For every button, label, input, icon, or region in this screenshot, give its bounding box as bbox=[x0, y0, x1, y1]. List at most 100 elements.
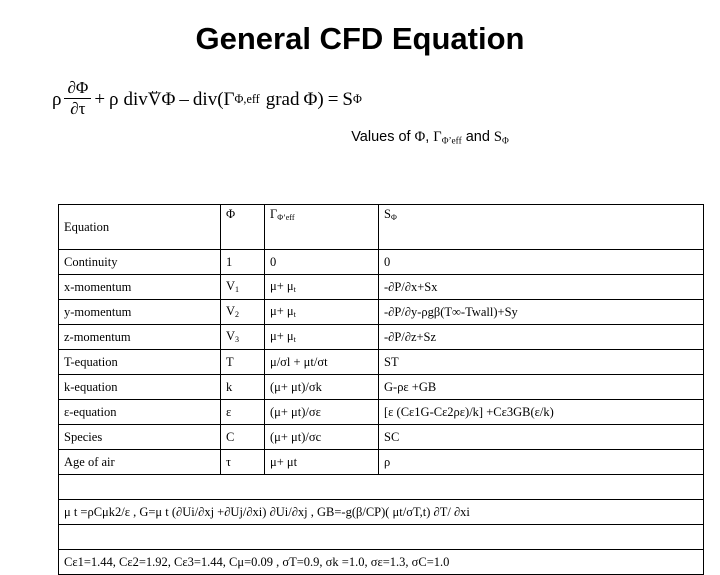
table-row: k-equation k (μ+ μt)/σk G-ρε +GB bbox=[58, 374, 704, 400]
cell-phi-value: k bbox=[220, 374, 265, 400]
cell-phi-base: V bbox=[226, 329, 236, 344]
caption-and-label: and bbox=[461, 129, 494, 146]
equation-div-1: div bbox=[123, 88, 148, 110]
cell-gamma-sub: t bbox=[293, 285, 296, 295]
cell-source-value: -∂P/∂y-ρgβ(T∞-Twall)+Sy bbox=[378, 299, 704, 325]
cell-phi-value: V2 bbox=[220, 299, 265, 325]
table-row: z-momentum V3 μ+ μt -∂P/∂z+Sz bbox=[58, 324, 704, 350]
cell-phi-base: V bbox=[226, 279, 236, 294]
equation-fraction-denominator: ∂τ bbox=[70, 98, 86, 118]
column-header-gamma: ΓΦ’eff bbox=[264, 204, 379, 250]
column-header-source: SΦ bbox=[378, 204, 704, 250]
cell-equation-name: k-equation bbox=[58, 374, 221, 400]
table-row: Species C (μ+ μt)/σc SC bbox=[58, 424, 704, 450]
cell-gamma-base: μ+ μ bbox=[270, 304, 294, 319]
footnote-row-definitions: μ t =ρCμk2/ε , G=μ t (∂Ui/∂xj +∂Uj/∂xi) … bbox=[58, 499, 704, 525]
cell-source-value: G-ρε +GB bbox=[378, 374, 704, 400]
equation-fraction-numerator: ∂Φ bbox=[64, 78, 92, 99]
cell-gamma-value: μ+ μt bbox=[264, 324, 379, 350]
cell-phi-sub: 3 bbox=[235, 335, 240, 345]
cell-gamma-value: μ+ μt bbox=[264, 274, 379, 300]
cell-equation-name: y-momentum bbox=[58, 299, 221, 325]
table-row: x-momentum V1 μ+ μt -∂P/∂x+Sx bbox=[58, 274, 704, 300]
equation-equals-operator: = bbox=[327, 88, 339, 110]
equation-minus-operator: – bbox=[179, 88, 189, 110]
equation-gamma-symbol: Γ bbox=[223, 88, 235, 110]
equation-plus-operator: + bbox=[94, 88, 106, 110]
table-spacer-row bbox=[58, 474, 704, 500]
equation-source-symbol: S bbox=[342, 88, 353, 110]
cell-phi-value: V3 bbox=[220, 324, 265, 350]
footnote-row-constants: Cε1=1.44, Cε2=1.92, Cε3=1.44, Cμ=0.09 , … bbox=[58, 549, 704, 575]
cell-source-value: ρ bbox=[378, 449, 704, 475]
cell-gamma-sub: t bbox=[293, 310, 296, 320]
table-header-row: Equation Φ ΓΦ’eff SΦ bbox=[58, 204, 704, 250]
equation-phi-after-v: Φ bbox=[161, 88, 176, 110]
footnote-definitions-text: μ t =ρCμk2/ε , G=μ t (∂Ui/∂xj +∂Uj/∂xi) … bbox=[58, 499, 704, 525]
equation-gamma-subscript: Φ,eff bbox=[234, 92, 260, 107]
equation-phi-grad: Φ) bbox=[303, 88, 324, 110]
column-header-source-subscript: Φ bbox=[390, 213, 397, 223]
cell-gamma-value: (μ+ μt)/σk bbox=[264, 374, 379, 400]
cell-gamma-base: μ+ μ bbox=[270, 329, 294, 344]
cell-phi-value: T bbox=[220, 349, 265, 375]
table-spacer-cell bbox=[58, 474, 704, 500]
cell-equation-name: Continuity bbox=[58, 249, 221, 275]
cell-source-value: -∂P/∂x+Sx bbox=[378, 274, 704, 300]
equation-source-subscript: Φ bbox=[353, 92, 362, 107]
cell-phi-value: 1 bbox=[220, 249, 265, 275]
cell-equation-name: z-momentum bbox=[58, 324, 221, 350]
cell-gamma-value: (μ+ μt)/σε bbox=[264, 399, 379, 425]
cell-source-value: [ε (Cε1G-Cε2ρε)/k] +Cε3GB(ε/k) bbox=[378, 399, 704, 425]
caption-phi-symbol: Φ bbox=[414, 129, 426, 146]
equation-rho-2: ρ bbox=[109, 88, 119, 110]
caption-s-symbol: S bbox=[493, 129, 502, 146]
cell-phi-value: V1 bbox=[220, 274, 265, 300]
equation-div-2: div( bbox=[192, 88, 224, 110]
cell-gamma-value: 0 bbox=[264, 249, 379, 275]
caption-values-of-label: Values of bbox=[351, 129, 415, 146]
footnote-constants-text: Cε1=1.44, Cε2=1.92, Cε3=1.44, Cμ=0.09 , … bbox=[58, 549, 704, 575]
cfd-values-table-container: Equation Φ ΓΦ’eff SΦ Continuity 1 0 0 x-… bbox=[58, 204, 704, 575]
caption-gamma-symbol: Γ bbox=[433, 129, 442, 146]
table-row: y-momentum V2 μ+ μt -∂P/∂y-ρgβ(T∞-Twall)… bbox=[58, 299, 704, 325]
column-header-gamma-subscript: Φ’eff bbox=[277, 213, 295, 223]
cell-phi-sub: 2 bbox=[235, 310, 240, 320]
table-spacer-row bbox=[58, 524, 704, 550]
caption-gamma-subscript: Φ’eff bbox=[441, 136, 462, 147]
cell-phi-value: C bbox=[220, 424, 265, 450]
table-caption: Values of Φ, ΓΦ’eff and SΦ bbox=[0, 129, 720, 147]
cell-gamma-value: μ+ μt bbox=[264, 299, 379, 325]
cell-source-value: SC bbox=[378, 424, 704, 450]
cell-gamma-base: μ+ μ bbox=[270, 279, 294, 294]
column-header-equation: Equation bbox=[58, 204, 221, 250]
table-spacer-cell bbox=[58, 524, 704, 550]
equation-grad-operator: grad bbox=[265, 88, 300, 110]
equation-rho-1: ρ bbox=[52, 88, 62, 110]
caption-s-subscript: Φ bbox=[502, 136, 509, 147]
cell-gamma-value: (μ+ μt)/σc bbox=[264, 424, 379, 450]
column-header-source-symbol: S bbox=[384, 207, 391, 221]
cell-source-value: ST bbox=[378, 349, 704, 375]
table-body: Continuity 1 0 0 x-momentum V1 μ+ μt -∂P… bbox=[58, 249, 704, 575]
equation-time-derivative-fraction: ∂Φ ∂τ bbox=[64, 78, 92, 118]
cell-equation-name: Age of air bbox=[58, 449, 221, 475]
table-header: Equation Φ ΓΦ’eff SΦ bbox=[58, 204, 704, 250]
cell-gamma-sub: t bbox=[293, 335, 296, 345]
cell-phi-value: ε bbox=[220, 399, 265, 425]
cell-source-value: -∂P/∂z+Sz bbox=[378, 324, 704, 350]
cell-equation-name: ε-equation bbox=[58, 399, 221, 425]
cell-equation-name: x-momentum bbox=[58, 274, 221, 300]
table-row: ε-equation ε (μ+ μt)/σε [ε (Cε1G-Cε2ρε)/… bbox=[58, 399, 704, 425]
table-row: Continuity 1 0 0 bbox=[58, 249, 704, 275]
cell-equation-name: Species bbox=[58, 424, 221, 450]
cell-equation-name: T-equation bbox=[58, 349, 221, 375]
equation-velocity-vector: ⎵ V bbox=[148, 79, 162, 109]
table-row: T-equation T μ/σl + μt/σt ST bbox=[58, 349, 704, 375]
page-title: General CFD Equation bbox=[195, 21, 525, 56]
cell-phi-base: V bbox=[226, 304, 236, 319]
table-row: Age of air τ μ+ μt ρ bbox=[58, 449, 704, 475]
cell-gamma-value: μ/σl + μt/σt bbox=[264, 349, 379, 375]
column-header-phi: Φ bbox=[220, 204, 265, 250]
cell-source-value: 0 bbox=[378, 249, 704, 275]
